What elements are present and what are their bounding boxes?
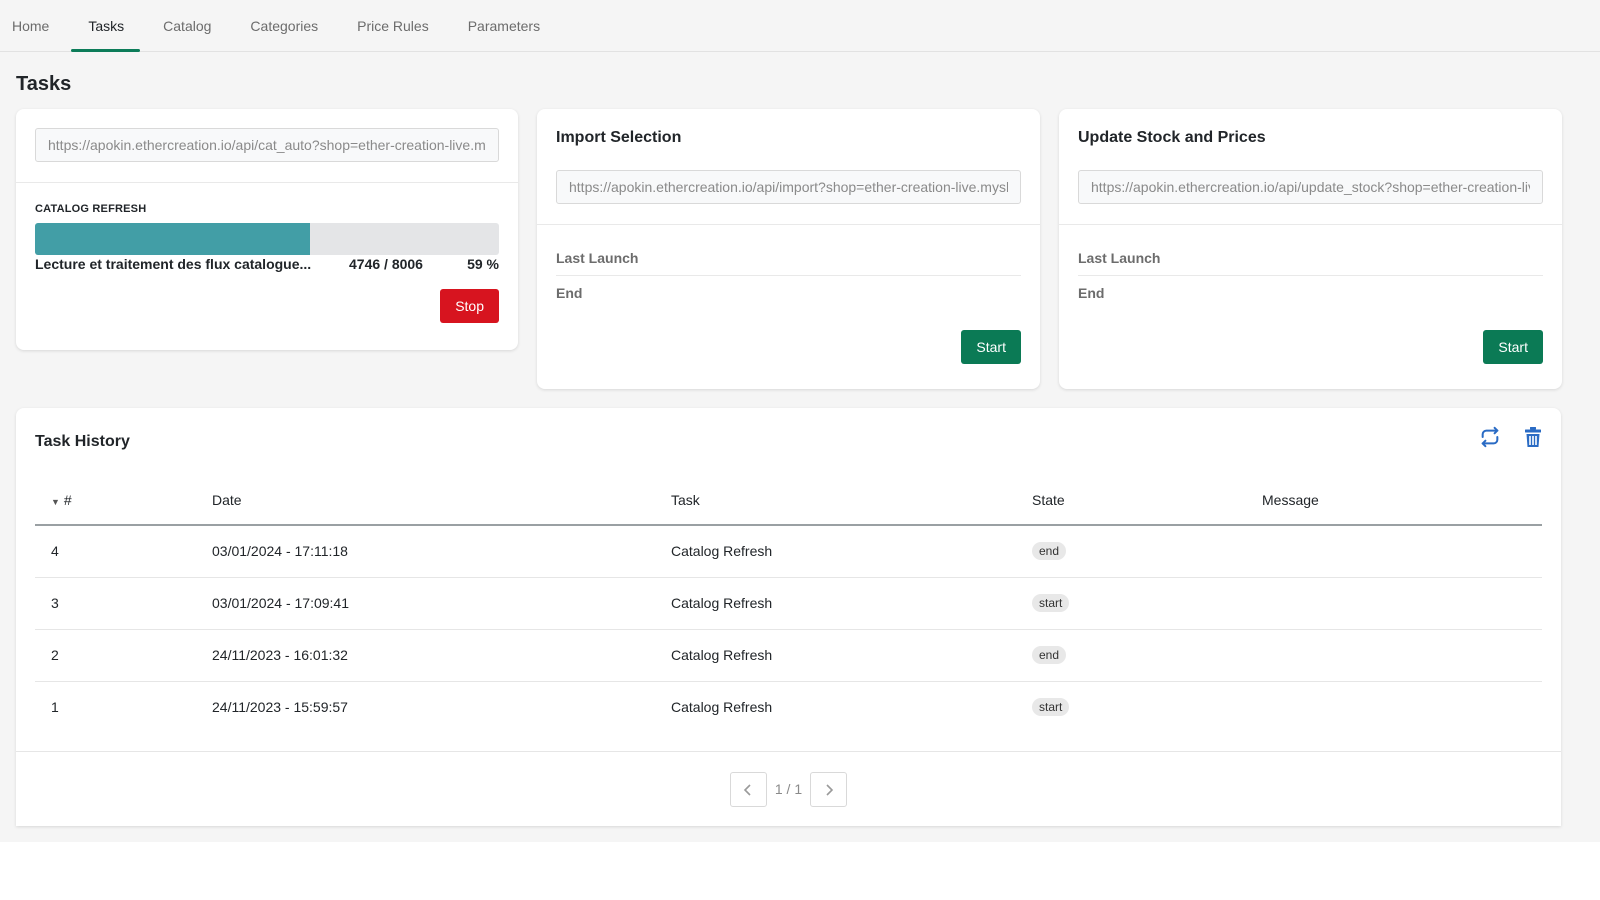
import-selection-card: Import Selection Last Launch End Start xyxy=(537,109,1040,389)
chevron-left-icon xyxy=(744,783,751,796)
progress-message: Lecture et traitement des flux catalogue… xyxy=(35,256,312,272)
column-header-date[interactable]: Date xyxy=(212,475,671,526)
tab-parameters[interactable]: Parameters xyxy=(468,0,540,51)
table-row: 3 03/01/2024 - 17:09:41 Catalog Refresh … xyxy=(35,577,1542,630)
state-badge: end xyxy=(1032,646,1067,664)
tab-catalog[interactable]: Catalog xyxy=(163,0,211,51)
task-history-card: Task History ▼ # Date Task State Message… xyxy=(16,408,1561,826)
state-badge: end xyxy=(1032,542,1067,561)
end-label: End xyxy=(556,285,583,301)
table-header-row: ▼ # Date Task State Message xyxy=(35,475,1542,526)
sort-desc-icon: ▼ xyxy=(51,496,60,507)
next-page-button[interactable] xyxy=(810,772,848,807)
table-row: 1 24/11/2023 - 15:59:57 Catalog Refresh … xyxy=(35,681,1542,733)
table-row: 4 03/01/2024 - 17:11:18 Catalog Refresh … xyxy=(35,525,1542,578)
cell-state: start xyxy=(1032,577,1262,630)
column-header-message[interactable]: Message xyxy=(1262,475,1542,526)
cell-message xyxy=(1262,681,1542,733)
tab-tasks[interactable]: Tasks xyxy=(71,0,140,52)
progress-count: 4746 / 8006 xyxy=(349,256,423,272)
task-history-table: ▼ # Date Task State Message 4 03/01/2024 … xyxy=(35,475,1542,733)
prev-page-button[interactable] xyxy=(729,772,767,807)
chevron-right-icon xyxy=(826,783,833,796)
cell-date: 24/11/2023 - 15:59:57 xyxy=(212,699,348,716)
table-row: 2 24/11/2023 - 16:01:32 Catalog Refresh … xyxy=(35,629,1542,682)
import-start-button[interactable]: Start xyxy=(961,330,1021,364)
section-label: CATALOG REFRESH xyxy=(35,203,147,215)
cell-task: Catalog Refresh xyxy=(671,699,773,716)
stop-button[interactable]: Stop xyxy=(440,289,499,323)
page: Home Tasks Catalog Categories Price Rule… xyxy=(0,0,1600,842)
cell-date: 24/11/2023 - 16:01:32 xyxy=(212,629,671,682)
tab-home[interactable]: Home xyxy=(12,0,49,51)
update-start-button[interactable]: Start xyxy=(1483,330,1543,364)
cell-state: end xyxy=(1032,629,1262,682)
update-stock-card: Update Stock and Prices Last Launch End … xyxy=(1059,109,1562,389)
cell-number: 2 xyxy=(35,629,212,682)
cell-task: Catalog Refresh xyxy=(671,629,1032,682)
card-title: Update Stock and Prices xyxy=(1078,129,1266,146)
tab-categories[interactable]: Categories xyxy=(250,0,318,51)
cell-state: start xyxy=(1032,681,1262,733)
page-indicator: 1 / 1 xyxy=(774,781,803,797)
cell-date: 03/01/2024 - 17:09:41 xyxy=(212,577,671,630)
tab-price-rules[interactable]: Price Rules xyxy=(357,0,429,51)
cell-number: 4 xyxy=(35,525,212,578)
end-label: End xyxy=(1078,285,1105,301)
cell-date: 03/01/2024 - 17:11:18 xyxy=(212,525,671,578)
catalog-url-input[interactable] xyxy=(35,128,499,162)
cell-message xyxy=(1262,577,1542,630)
cell-message xyxy=(1262,629,1542,682)
card-title: Import Selection xyxy=(556,129,682,146)
refresh-icon[interactable] xyxy=(1479,426,1501,448)
last-launch-label: Last Launch xyxy=(1078,250,1543,276)
column-header-task[interactable]: Task xyxy=(671,475,1032,526)
task-history-title: Task History xyxy=(35,432,130,450)
catalog-refresh-card: CATALOG REFRESH Lecture et traitement de… xyxy=(16,109,518,350)
pagination: 1 / 1 xyxy=(16,751,1561,826)
progress-fill xyxy=(35,223,311,255)
page-title: Tasks xyxy=(16,73,72,95)
cell-task: Catalog Refresh xyxy=(671,525,1032,578)
update-url-input[interactable] xyxy=(1078,170,1543,204)
progress-percent: 59 % xyxy=(467,256,499,272)
cell-number: 1 xyxy=(51,699,59,716)
top-nav: Home Tasks Catalog Categories Price Rule… xyxy=(0,0,1600,52)
state-badge: start xyxy=(1032,594,1070,612)
last-launch-label: Last Launch xyxy=(556,250,1021,276)
import-url-input[interactable] xyxy=(556,170,1021,204)
state-badge: start xyxy=(1032,698,1070,717)
column-header-state[interactable]: State xyxy=(1032,475,1262,526)
cell-state: end xyxy=(1032,525,1262,578)
cell-number: 3 xyxy=(35,577,212,630)
cell-message xyxy=(1262,525,1542,578)
progress-bar xyxy=(35,223,499,255)
trash-icon[interactable] xyxy=(1524,426,1542,448)
column-header-number[interactable]: ▼ # xyxy=(35,475,212,526)
cell-task: Catalog Refresh xyxy=(671,577,1032,630)
